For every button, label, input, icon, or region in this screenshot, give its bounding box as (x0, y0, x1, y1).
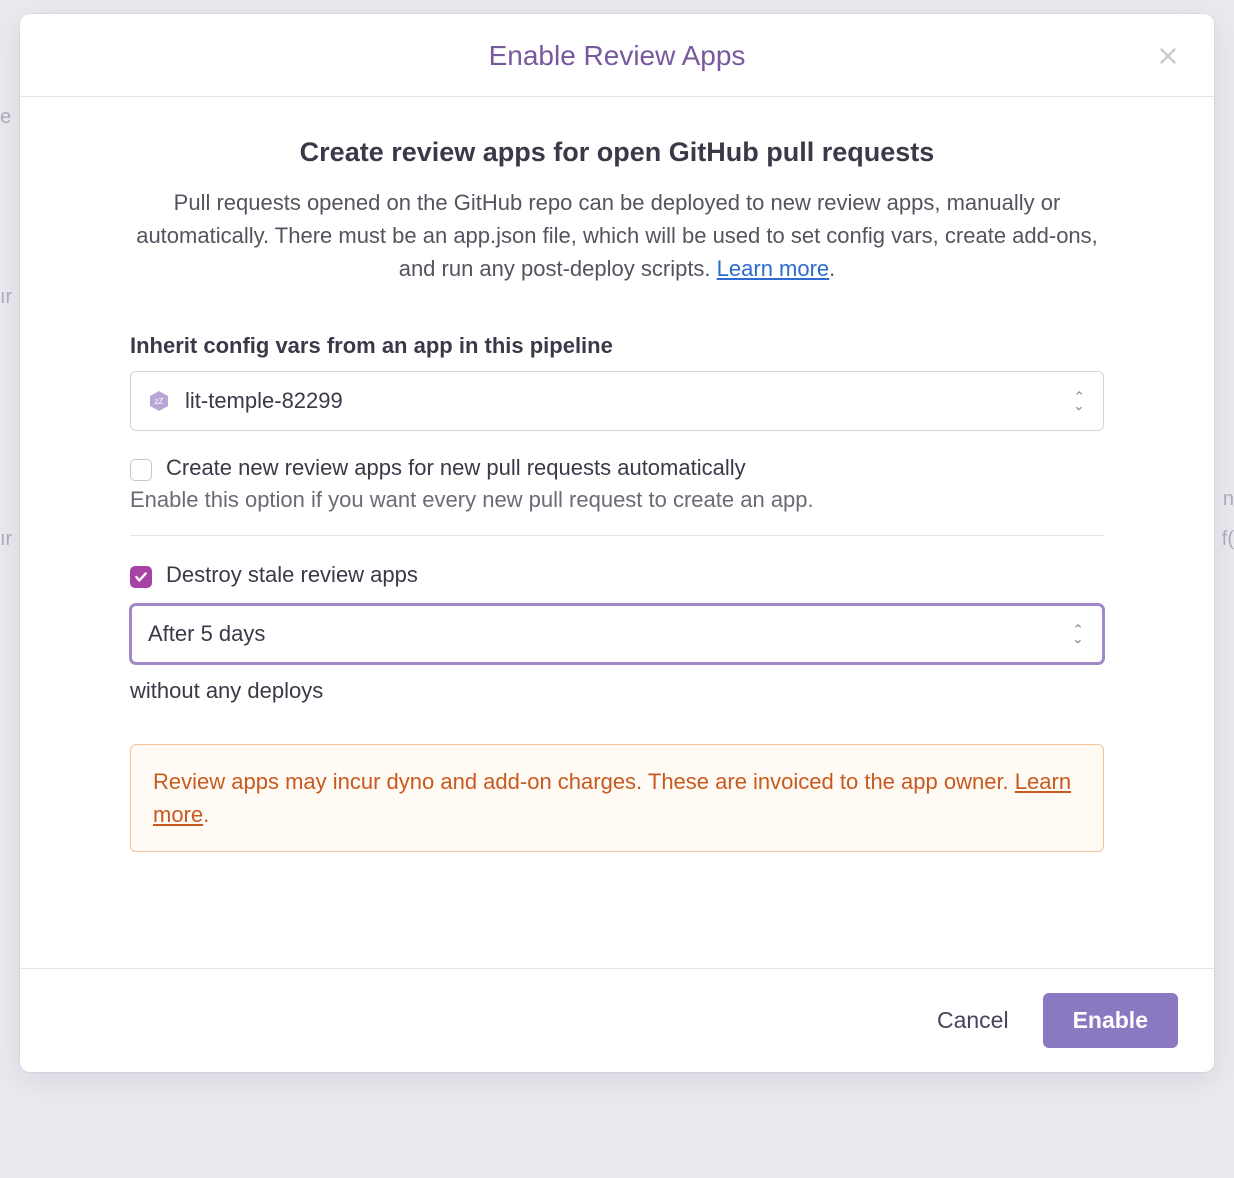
modal-title: Enable Review Apps (50, 40, 1184, 72)
auto-create-group: Create new review apps for new pull requ… (130, 455, 1104, 536)
destroy-stale-checkbox-row: Destroy stale review apps (130, 562, 1104, 588)
destroy-stale-checkbox[interactable] (130, 566, 152, 588)
close-button[interactable] (1152, 40, 1184, 72)
svg-text:zZ: zZ (155, 397, 164, 406)
auto-create-label: Create new review apps for new pull requ… (166, 455, 746, 481)
modal-footer: Cancel Enable (20, 968, 1214, 1072)
inherit-app-select[interactable]: zZ lit-temple-82299 ⌃⌃ (130, 371, 1104, 431)
billing-warning: Review apps may incur dyno and add-on ch… (130, 744, 1104, 852)
auto-create-hint: Enable this option if you want every new… (130, 487, 1104, 513)
close-icon (1157, 45, 1179, 67)
warning-text: Review apps may incur dyno and add-on ch… (153, 769, 1015, 794)
inherit-config-group: Inherit config vars from an app in this … (130, 333, 1104, 431)
auto-create-checkbox-row: Create new review apps for new pull requ… (130, 455, 1104, 481)
app-hexagon-icon: zZ (147, 389, 171, 413)
destroy-stale-label: Destroy stale review apps (166, 562, 418, 588)
divider (130, 535, 1104, 536)
destroy-duration-select[interactable]: After 5 days ⌃⌃ (130, 604, 1104, 664)
cancel-button[interactable]: Cancel (931, 997, 1015, 1044)
chevron-updown-icon: ⌃⌃ (1073, 393, 1085, 410)
enable-button[interactable]: Enable (1043, 993, 1178, 1048)
destroy-stale-group: Destroy stale review apps After 5 days ⌃… (130, 562, 1104, 704)
period: . (829, 256, 835, 281)
auto-create-checkbox[interactable] (130, 459, 152, 481)
section-description: Pull requests opened on the GitHub repo … (130, 186, 1104, 285)
destroy-suffix-text: without any deploys (130, 678, 1104, 704)
enable-review-apps-modal: Enable Review Apps Create review apps fo… (20, 14, 1214, 1072)
learn-more-link[interactable]: Learn more (717, 256, 830, 281)
inherit-config-label: Inherit config vars from an app in this … (130, 333, 1104, 359)
chevron-updown-icon: ⌃⌃ (1072, 626, 1084, 643)
checkmark-icon (134, 570, 148, 584)
modal-body: Create review apps for open GitHub pull … (20, 97, 1214, 968)
destroy-selected-value: After 5 days (148, 621, 265, 647)
modal-header: Enable Review Apps (20, 14, 1214, 97)
description-text: Pull requests opened on the GitHub repo … (136, 190, 1098, 281)
inherit-selected-value: lit-temple-82299 (185, 388, 343, 414)
section-heading: Create review apps for open GitHub pull … (130, 137, 1104, 168)
